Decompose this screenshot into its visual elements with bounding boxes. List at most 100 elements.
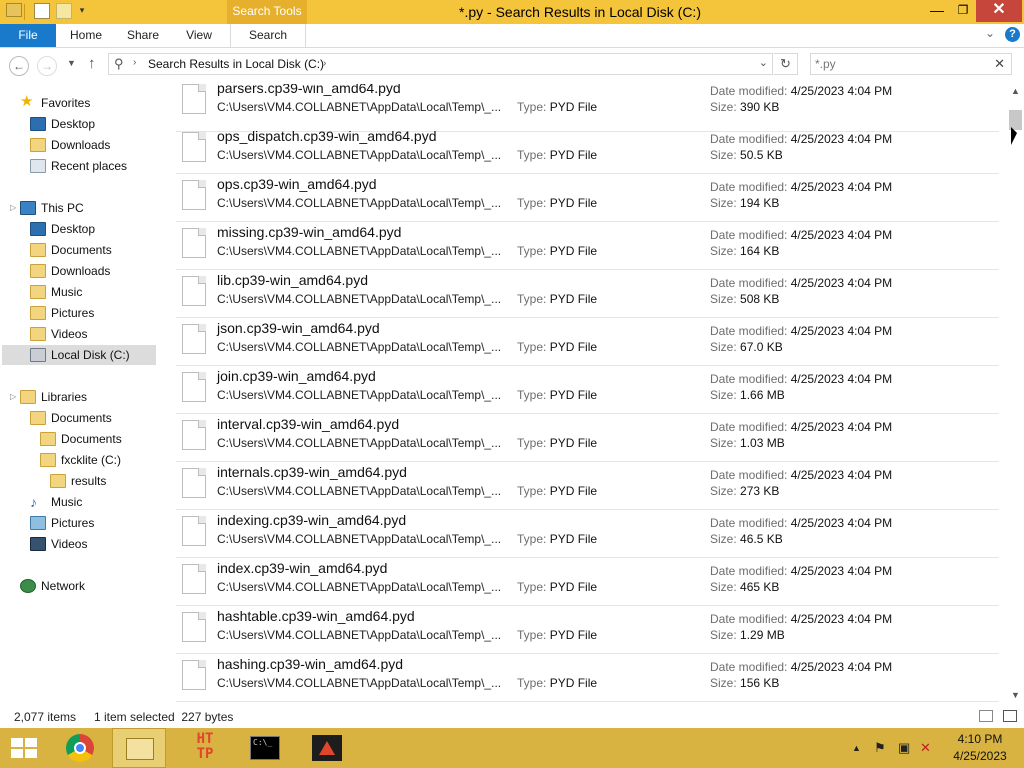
tab-file[interactable]: File <box>0 24 56 47</box>
nav-label: Desktop <box>51 222 96 236</box>
file-explorer-taskbar-button[interactable] <box>112 728 166 768</box>
file-row[interactable]: missing.cp39-win_amd64.pyd C:\Users\VM4.… <box>176 222 999 270</box>
breadcrumb-chevron-icon[interactable]: › <box>323 58 326 69</box>
help-icon[interactable]: ? <box>1005 27 1020 42</box>
show-hidden-icons-icon[interactable]: ▲ <box>852 743 861 753</box>
search-box[interactable]: ✕ <box>810 53 1012 75</box>
tab-share[interactable]: Share <box>116 24 170 47</box>
file-row[interactable]: parsers.cp39-win_amd64.pyd C:\Users\VM4.… <box>176 84 999 132</box>
desktop-icon <box>30 117 46 131</box>
tab-search[interactable]: Search <box>230 24 306 47</box>
volume-muted-icon[interactable]: ✕ <box>920 740 931 756</box>
maximize-button[interactable]: ❐ <box>950 0 976 22</box>
date-value: 4/25/2023 4:04 PM <box>790 132 893 146</box>
file-icon <box>182 420 206 450</box>
file-icon <box>182 324 206 354</box>
date-key: Date modified: <box>710 516 788 530</box>
star-icon: ★ <box>20 93 34 110</box>
scroll-down-arrow-icon[interactable]: ▼ <box>1007 688 1024 702</box>
file-size: Size: 46.5 KB <box>710 532 783 546</box>
tiles-view-icon[interactable] <box>1003 710 1017 722</box>
app-taskbar-button[interactable] <box>300 728 354 768</box>
action-center-flag-icon[interactable]: ⚑ <box>874 740 886 756</box>
file-row[interactable]: interval.cp39-win_amd64.pyd C:\Users\VM4… <box>176 414 999 462</box>
tab-view[interactable]: View <box>172 24 226 47</box>
breadcrumb-chevron-icon[interactable]: › <box>133 57 136 68</box>
address-bar[interactable]: ⚲ › Search Results in Local Disk (C:) › … <box>108 53 773 75</box>
file-row[interactable]: internals.cp39-win_amd64.pyd C:\Users\VM… <box>176 462 999 510</box>
file-path: C:\Users\VM4.COLLABNET\AppData\Local\Tem… <box>217 292 502 306</box>
start-button[interactable] <box>0 728 50 768</box>
type-value: PYD File <box>549 580 598 594</box>
properties-icon[interactable] <box>34 3 50 19</box>
breadcrumb-search-results[interactable]: Search Results in Local Disk (C:) <box>148 57 324 71</box>
network-tray-icon[interactable]: ▣ <box>898 740 910 756</box>
vertical-scrollbar[interactable]: ▲ ▼ <box>1007 84 1024 704</box>
file-row[interactable]: hashtable.cp39-win_amd64.pyd C:\Users\VM… <box>176 606 999 654</box>
pictures-folder-icon <box>30 306 46 320</box>
file-name: missing.cp39-win_amd64.pyd <box>217 224 402 240</box>
http-app-taskbar-button[interactable]: HT TP <box>175 728 235 768</box>
size-value: 1.66 MB <box>740 388 785 402</box>
file-name: index.cp39-win_amd64.pyd <box>217 560 388 576</box>
refresh-button[interactable]: ↻ <box>774 53 798 75</box>
file-icon <box>182 564 206 594</box>
file-icon <box>182 612 206 642</box>
size-key: Size: <box>710 532 737 546</box>
libraries-icon <box>20 390 36 404</box>
type-key: Type: <box>517 100 547 114</box>
file-row[interactable]: hashing.cp39-win_amd64.pyd C:\Users\VM4.… <box>176 654 999 702</box>
quick-access-dropdown-icon[interactable]: ▾ <box>77 5 87 21</box>
file-row[interactable]: lib.cp39-win_amd64.pyd C:\Users\VM4.COLL… <box>176 270 999 318</box>
recent-locations-dropdown-icon[interactable]: ▼ <box>67 58 76 68</box>
search-input[interactable] <box>815 56 985 72</box>
nav-pc-local-disk[interactable]: Local Disk (C:) <box>2 345 156 365</box>
item-count: 2,077 items <box>14 710 77 724</box>
size-key: Size: <box>710 340 737 354</box>
type-key: Type: <box>517 436 547 450</box>
file-name: ops_dispatch.cp39-win_amd64.pyd <box>217 128 437 144</box>
file-row[interactable]: indexing.cp39-win_amd64.pyd C:\Users\VM4… <box>176 510 999 558</box>
file-row[interactable]: index.cp39-win_amd64.pyd C:\Users\VM4.CO… <box>176 558 999 606</box>
expand-arrow-icon[interactable]: ▷ <box>10 387 16 407</box>
expand-arrow-icon[interactable]: ▷ <box>10 198 16 218</box>
folder-app-icon[interactable] <box>6 3 22 17</box>
file-type: Type: PYD File <box>517 436 597 450</box>
size-value: 156 KB <box>740 676 780 690</box>
file-row[interactable]: ops.cp39-win_amd64.pyd C:\Users\VM4.COLL… <box>176 174 999 222</box>
date-value: 4/25/2023 4:04 PM <box>790 516 893 530</box>
file-row[interactable]: json.cp39-win_amd64.pyd C:\Users\VM4.COL… <box>176 318 999 366</box>
command-prompt-taskbar-button[interactable]: C:\_ <box>238 728 292 768</box>
close-button[interactable]: ✕ <box>976 0 1022 22</box>
size-value: 67.0 KB <box>740 340 783 354</box>
size-key: Size: <box>710 580 737 594</box>
file-row[interactable]: join.cp39-win_amd64.pyd C:\Users\VM4.COL… <box>176 366 999 414</box>
details-view-icon[interactable] <box>979 710 993 722</box>
size-key: Size: <box>710 196 737 210</box>
system-clock[interactable]: 4:10 PM 4/25/2023 <box>944 731 1016 765</box>
file-date-modified: Date modified: 4/25/2023 4:04 PM <box>710 372 892 386</box>
file-type: Type: PYD File <box>517 628 597 642</box>
date-value: 4/25/2023 4:04 PM <box>790 612 893 626</box>
size-value: 273 KB <box>740 484 780 498</box>
tab-home[interactable]: Home <box>58 24 114 47</box>
address-dropdown-icon[interactable]: ⌄ <box>759 56 768 69</box>
file-size: Size: 1.29 MB <box>710 628 785 642</box>
nav-label: This PC <box>41 201 84 215</box>
back-button[interactable]: ← <box>9 56 29 76</box>
up-arrow-icon[interactable]: ↑ <box>88 55 96 72</box>
pictures-icon <box>30 516 46 530</box>
chrome-taskbar-button[interactable] <box>56 728 110 768</box>
file-row[interactable]: ops_dispatch.cp39-win_amd64.pyd C:\Users… <box>176 126 999 174</box>
clear-search-icon[interactable]: ✕ <box>994 56 1005 72</box>
date-key: Date modified: <box>710 468 788 482</box>
search-results-icon: ⚲ <box>114 56 124 71</box>
new-folder-icon[interactable] <box>56 3 72 19</box>
type-value: PYD File <box>549 100 598 114</box>
scroll-up-arrow-icon[interactable]: ▲ <box>1007 84 1024 98</box>
network-icon <box>20 579 36 593</box>
nav-label: results <box>71 474 107 488</box>
forward-button[interactable]: → <box>37 56 57 76</box>
expand-ribbon-icon[interactable]: ⌄ <box>985 26 995 40</box>
minimize-button[interactable]: — <box>924 0 950 22</box>
